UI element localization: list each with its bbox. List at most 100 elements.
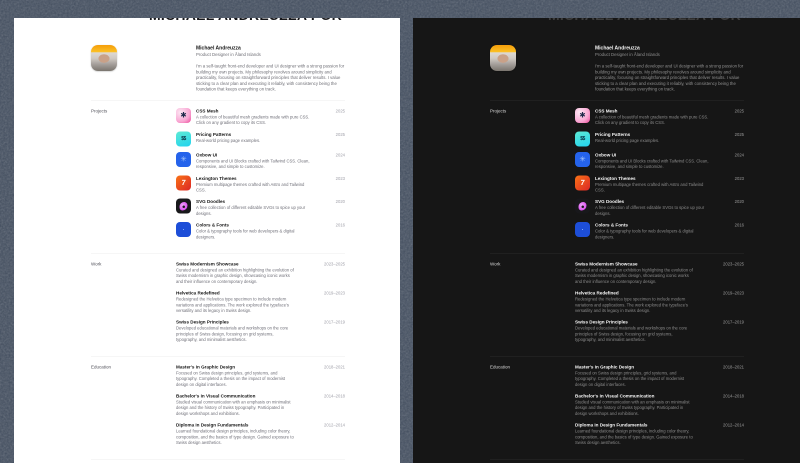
item-description: Developed educational materials and work… — [176, 325, 289, 343]
projects-row[interactable]: 7 Lexington Themes Premium multipage theme… — [176, 175, 345, 193]
lexington-themes-icon: 7 — [575, 175, 590, 191]
work-row[interactable]: Swiss Design Principles Developed educati… — [176, 319, 345, 343]
item-period: 2018–2021 — [324, 364, 345, 370]
item-description: Curated and designed an exhibition highl… — [575, 267, 693, 284]
item-description: Developed educational materials and work… — [575, 325, 688, 343]
item-description: A free collection of different editable … — [595, 205, 705, 216]
item-period: 2016 — [335, 222, 345, 228]
profile-bio: I'm a self-taught front-end developer an… — [196, 63, 345, 92]
icon-glyph: $$ — [580, 135, 585, 142]
item-description: Redesigned the Helvetica type specimen t… — [575, 296, 688, 314]
section-work: Work Swiss Modernism Showcase Curated and … — [490, 253, 744, 349]
projects-row[interactable]: Colors & Fonts Color & typography tools f… — [176, 222, 345, 240]
projects-row[interactable]: SVG Doodles A free collection of differen… — [176, 198, 345, 217]
section-rows: ✱ CSS Mesh A collection of beautiful mesh … — [575, 107, 744, 246]
section-rows: Swiss Modernism Showcase Curated and desi… — [176, 261, 345, 348]
projects-row[interactable]: Colors & Fonts Color & typography tools f… — [575, 222, 744, 240]
item-period: 2017–2019 — [324, 319, 345, 325]
item-period: 2023–2025 — [723, 261, 744, 267]
section-label: Education — [490, 364, 511, 370]
sections-list: Projects ✱ CSS Mesh A collection of beautif… — [413, 100, 799, 463]
item-period: 2017–2019 — [723, 319, 744, 325]
item-period: 2025 — [734, 131, 744, 137]
item-period: 2014–2018 — [324, 393, 345, 399]
item-period: 2024 — [734, 152, 744, 158]
icon-glyph: 7 — [579, 178, 586, 188]
item-description: Real-world pricing page examples. — [595, 137, 660, 143]
section-label: Projects — [91, 108, 108, 114]
section-rows: ✱ CSS Mesh A collection of beautiful mesh … — [176, 107, 345, 246]
item-period: 2019–2023 — [324, 290, 345, 296]
item-description: Premium multipage themes crafted with As… — [196, 181, 305, 193]
section-speaking: SpeakingThe Evolution of Swiss Typograph… — [490, 459, 744, 463]
item-period: 2018–2021 — [723, 364, 744, 370]
section-label: Education — [91, 364, 112, 370]
doodle-blob — [179, 201, 188, 211]
item-description: Redesigned the Helvetica type specimen t… — [176, 296, 289, 314]
item-period: 2024 — [335, 152, 345, 158]
item-description: Studied visual communication with an emp… — [575, 399, 690, 416]
sections-list: Projects ✱ CSS Mesh A collection of beautif… — [14, 100, 400, 463]
projects-row[interactable]: ✳ Oxbow UI Components and UI Blocks crafte… — [575, 151, 744, 170]
item-description: A free collection of different editable … — [196, 205, 306, 216]
svg-doodles-icon — [575, 198, 590, 214]
work-row[interactable]: Swiss Modernism Showcase Curated and desi… — [575, 261, 744, 285]
portfolio-panel-dark: MICHAEL ANDREUZZA PORTFOLIO Michael Andr… — [413, 18, 800, 463]
education-row[interactable]: Diploma in Design Fundamentals Learned fo… — [575, 422, 744, 446]
cropped-page-heading: MICHAEL ANDREUZZA PORTFOLIO — [548, 18, 744, 23]
profile-header: Michael Andreuzza Product Designer in Ål… — [14, 18, 400, 92]
item-description: A collection of beautiful mesh gradients… — [196, 114, 310, 126]
oxbow-ui-icon: ✳ — [176, 151, 191, 167]
education-row[interactable]: Bachelor's in Visual Communication Studie… — [176, 393, 345, 417]
doodle-blob — [578, 201, 587, 211]
item-period: 2012–2014 — [324, 422, 345, 428]
profile-bio: I'm a self-taught front-end developer an… — [595, 63, 744, 92]
item-description: A collection of beautiful mesh gradients… — [595, 114, 709, 126]
item-description: Focused on Swiss design principles, grid… — [176, 370, 286, 387]
css-mesh-icon: ✱ — [575, 107, 590, 123]
icon-glyph: ✱ — [180, 111, 187, 120]
section-label: Work — [91, 261, 102, 267]
profile-role: Product Designer in Åland Islands — [196, 52, 261, 57]
item-period: 2023 — [734, 175, 744, 181]
item-description: Components and UI Blocks crafted with Ta… — [595, 158, 709, 170]
education-row[interactable]: Master's in Graphic Design Focused on Swi… — [575, 364, 744, 388]
item-description: Curated and designed an exhibition highl… — [176, 267, 294, 284]
projects-row[interactable]: ✱ CSS Mesh A collection of beautiful mesh … — [575, 107, 744, 126]
projects-row[interactable]: $$ Pricing Patterns Real-world pricing pag… — [176, 131, 345, 147]
item-period: 2025 — [335, 108, 345, 114]
projects-row[interactable]: ✳ Oxbow UI Components and UI Blocks crafte… — [176, 151, 345, 170]
pricing-patterns-icon: $$ — [575, 131, 590, 147]
projects-row[interactable]: 7 Lexington Themes Premium multipage theme… — [575, 175, 744, 193]
icon-glyph: ✳ — [180, 155, 187, 164]
avatar — [91, 45, 117, 71]
section-education: Education Master's in Graphic Design Focus… — [490, 356, 744, 451]
colors-fonts-icon — [176, 222, 191, 238]
profile-header: Michael Andreuzza Product Designer in Ål… — [413, 18, 799, 92]
item-description: Learned foundational design principles, … — [176, 428, 294, 445]
work-row[interactable]: Swiss Design Principles Developed educati… — [575, 319, 744, 343]
lexington-themes-icon: 7 — [176, 175, 191, 191]
section-label: Work — [490, 261, 501, 267]
item-period: 2012–2014 — [723, 422, 744, 428]
item-period: 2016 — [734, 222, 744, 228]
work-row[interactable]: Helvetica Redefined Redesigned the Helvet… — [575, 290, 744, 314]
section-work: Work Swiss Modernism Showcase Curated and … — [91, 253, 345, 349]
item-period: 2025 — [335, 131, 345, 137]
education-row[interactable]: Bachelor's in Visual Communication Studie… — [575, 393, 744, 417]
work-row[interactable]: Swiss Modernism Showcase Curated and desi… — [176, 261, 345, 285]
item-description: Real-world pricing page examples. — [196, 137, 261, 143]
pricing-patterns-icon: $$ — [176, 131, 191, 147]
item-description: Components and UI Blocks crafted with Ta… — [196, 158, 310, 170]
item-period: 2014–2018 — [723, 393, 744, 399]
projects-row[interactable]: SVG Doodles A free collection of differen… — [575, 198, 744, 217]
section-projects: Projects ✱ CSS Mesh A collection of beautif… — [490, 100, 744, 245]
item-description: Learned foundational design principles, … — [575, 428, 693, 445]
projects-row[interactable]: ✱ CSS Mesh A collection of beautiful mesh … — [176, 107, 345, 126]
item-period: 2019–2023 — [723, 290, 744, 296]
portfolio-panel-light: MICHAEL ANDREUZZA PORTFOLIO Michael Andr… — [14, 18, 400, 463]
projects-row[interactable]: $$ Pricing Patterns Real-world pricing pag… — [575, 131, 744, 147]
education-row[interactable]: Master's in Graphic Design Focused on Swi… — [176, 364, 345, 388]
work-row[interactable]: Helvetica Redefined Redesigned the Helvet… — [176, 290, 345, 314]
education-row[interactable]: Diploma in Design Fundamentals Learned fo… — [176, 422, 345, 446]
